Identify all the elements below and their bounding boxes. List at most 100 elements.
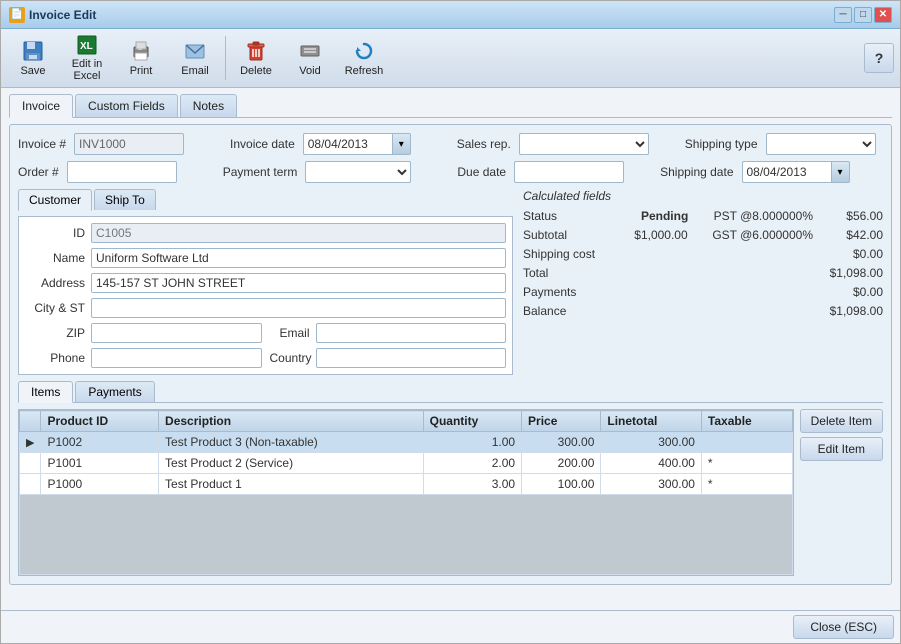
delete-icon <box>244 39 268 63</box>
row-price: 200.00 <box>522 453 601 474</box>
calculated-fields-panel: Calculated fields Status Pending PST @8.… <box>523 189 883 375</box>
calc-status-label: Status <box>523 209 613 223</box>
items-table-wrap: Product ID Description Quantity Price Li… <box>18 409 794 576</box>
calc-pst-value: $56.00 <box>833 209 883 223</box>
invoice-number-input[interactable] <box>74 133 184 155</box>
row-description: Test Product 3 (Non-taxable) <box>159 432 424 453</box>
edit-in-excel-label: Edit in Excel <box>62 58 112 82</box>
row-linetotal: 400.00 <box>601 453 702 474</box>
email-button[interactable]: Email <box>169 33 221 83</box>
bottom-tabs: Items Payments <box>18 381 883 403</box>
bottom-tab-payments[interactable]: Payments <box>75 381 154 402</box>
tab-custom-fields[interactable]: Custom Fields <box>75 94 178 117</box>
tab-invoice[interactable]: Invoice <box>9 94 73 118</box>
customer-country-input[interactable] <box>316 348 507 368</box>
customer-phone-input[interactable] <box>91 348 262 368</box>
customer-panel: Customer Ship To ID Name <box>18 189 513 375</box>
customer-country-group: Country <box>270 348 507 368</box>
invoice-date-picker-button[interactable]: ▾ <box>393 133 411 155</box>
table-row[interactable]: P1001 Test Product 2 (Service) 2.00 200.… <box>20 453 793 474</box>
excel-icon: XL <box>75 34 99 56</box>
customer-tabs: Customer Ship To <box>18 189 513 210</box>
customer-id-input[interactable] <box>91 223 506 243</box>
void-button[interactable]: Void <box>284 33 336 83</box>
table-row[interactable]: ▶ P1002 Test Product 3 (Non-taxable) 1.0… <box>20 432 793 453</box>
shipping-date-input[interactable] <box>742 161 832 183</box>
calc-shipping-value: $0.00 <box>813 247 883 261</box>
row-product-id: P1002 <box>41 432 159 453</box>
bottom-tab-bar: Items Payments <box>18 381 883 403</box>
invoice-panel: Invoice # Invoice date ▾ Sales rep. Ship… <box>9 124 892 585</box>
save-icon <box>21 39 45 63</box>
customer-form: ID Name Address City & ST <box>18 216 513 375</box>
row-quantity: 1.00 <box>423 432 521 453</box>
customer-address-input[interactable] <box>91 273 506 293</box>
row-quantity: 3.00 <box>423 474 521 495</box>
calc-pst-label: PST @8.000000% <box>714 209 813 223</box>
shipping-type-select[interactable] <box>766 133 876 155</box>
help-button[interactable]: ? <box>864 43 894 73</box>
payment-term-select[interactable] <box>305 161 411 183</box>
edit-in-excel-button[interactable]: XL Edit in Excel <box>61 33 113 83</box>
col-linetotal: Linetotal <box>601 411 702 432</box>
row-linetotal: 300.00 <box>601 474 702 495</box>
customer-cityst-row: City & ST <box>25 298 506 318</box>
main-window: 📄 Invoice Edit ─ □ ✕ Save <box>0 0 901 644</box>
items-table-header-row: Product ID Description Quantity Price Li… <box>20 411 793 432</box>
save-button[interactable]: Save <box>7 33 59 83</box>
items-table-body: ▶ P1002 Test Product 3 (Non-taxable) 1.0… <box>20 432 793 575</box>
row-taxable <box>701 432 792 453</box>
bottom-tab-items[interactable]: Items <box>18 381 73 403</box>
close-button[interactable]: Close (ESC) <box>793 615 894 639</box>
customer-address-row: Address <box>25 273 506 293</box>
maximize-button[interactable]: □ <box>854 7 872 23</box>
customer-address-label: Address <box>25 276 85 290</box>
calc-total-value: $1,098.00 <box>813 266 883 280</box>
toolbar-separator <box>225 36 226 80</box>
calc-status-value: Pending <box>618 209 688 223</box>
customer-id-label: ID <box>25 226 85 240</box>
customer-tab-customer[interactable]: Customer <box>18 189 92 211</box>
delete-item-button[interactable]: Delete Item <box>800 409 883 433</box>
tab-bar: Invoice Custom Fields Notes <box>9 94 892 118</box>
due-date-input[interactable] <box>514 161 624 183</box>
print-button[interactable]: Print <box>115 33 167 83</box>
customer-id-row: ID <box>25 223 506 243</box>
calc-fields: Status Pending PST @8.000000% $56.00 Sub… <box>523 209 883 318</box>
tab-notes[interactable]: Notes <box>180 94 237 117</box>
col-quantity: Quantity <box>423 411 521 432</box>
refresh-button[interactable]: Refresh <box>338 33 390 83</box>
customer-email-input[interactable] <box>316 323 507 343</box>
minimize-button[interactable]: ─ <box>834 7 852 23</box>
row-product-id: P1000 <box>41 474 159 495</box>
customer-cityst-input[interactable] <box>91 298 506 318</box>
sales-rep-select[interactable] <box>519 133 649 155</box>
calc-total-row: Total $1,098.00 <box>523 266 883 280</box>
table-row[interactable]: P1000 Test Product 1 3.00 100.00 300.00 … <box>20 474 793 495</box>
close-window-button[interactable]: ✕ <box>874 7 892 23</box>
customer-name-input[interactable] <box>91 248 506 268</box>
main-content: Invoice Custom Fields Notes Invoice # In… <box>1 88 900 610</box>
svg-text:XL: XL <box>80 41 93 52</box>
save-label: Save <box>20 65 45 77</box>
customer-tab-ship-to[interactable]: Ship To <box>94 189 156 210</box>
toolbar: Save XL Edit in Excel Print <box>1 29 900 88</box>
edit-item-button[interactable]: Edit Item <box>800 437 883 461</box>
row-arrow <box>20 474 41 495</box>
calc-shipping-row: Shipping cost $0.00 <box>523 247 883 261</box>
refresh-icon <box>352 39 376 63</box>
row-price: 100.00 <box>522 474 601 495</box>
order-number-input[interactable] <box>67 161 177 183</box>
empty-row <box>20 495 793 575</box>
shipping-date-picker-button[interactable]: ▾ <box>832 161 850 183</box>
calc-payments-label: Payments <box>523 285 613 299</box>
title-bar-controls: ─ □ ✕ <box>834 7 892 23</box>
customer-name-label: Name <box>25 251 85 265</box>
calc-balance-label: Balance <box>523 304 613 318</box>
form-row-1: Invoice # Invoice date ▾ Sales rep. Ship… <box>18 133 883 155</box>
invoice-date-label: Invoice date <box>230 137 295 151</box>
customer-zip-input[interactable] <box>91 323 262 343</box>
delete-button[interactable]: Delete <box>230 33 282 83</box>
invoice-date-input[interactable] <box>303 133 393 155</box>
row-taxable: * <box>701 453 792 474</box>
